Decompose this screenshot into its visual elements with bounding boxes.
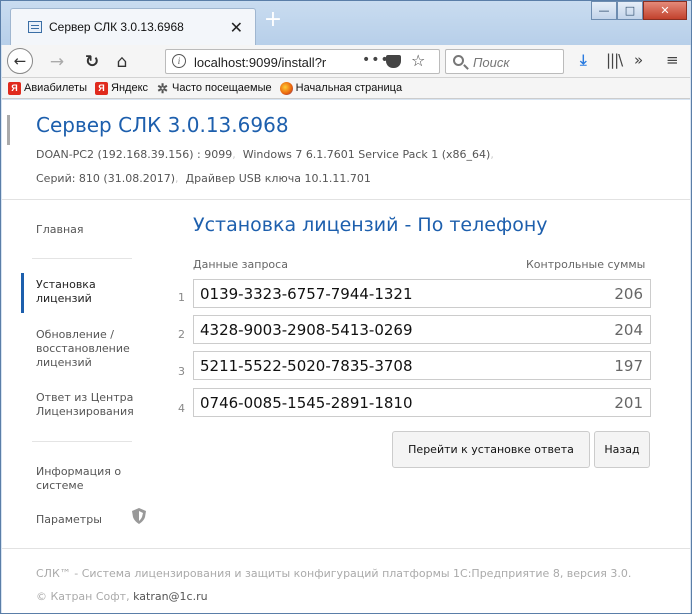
checksum: 206 — [614, 285, 643, 303]
server-series: Серий: 810 (31.08.2017) — [36, 172, 175, 185]
yandex-icon: Я — [95, 81, 109, 95]
shield-icon — [132, 508, 146, 524]
bookmarks-bar: Я Авиабилеты Я Яндекс ✲ Часто посещаемые… — [2, 78, 690, 99]
address-bar[interactable]: i localhost:9099/install?r ••• ☆ — [165, 49, 440, 74]
title-bar: Сервер СЛК 3.0.13.6968 ✕ + — □ ✕ — [1, 1, 691, 45]
checksum: 204 — [614, 321, 643, 339]
server-driver: Драйвер USB ключа 10.1.11.701 — [185, 172, 371, 185]
copyright-text: © Катран Софт, — [36, 590, 130, 603]
browser-window: Сервер СЛК 3.0.13.6968 ✕ + — □ ✕ ← → ↻ ⌂… — [0, 0, 692, 614]
divider — [32, 258, 132, 259]
close-window-button[interactable]: ✕ — [643, 1, 687, 20]
page-info-icon[interactable]: i — [172, 54, 186, 68]
maximize-button[interactable]: □ — [617, 1, 643, 20]
bookmark-label: Часто посещаемые — [172, 82, 272, 94]
request-code: 4328-9003-2908-5413-0269 — [200, 321, 413, 339]
search-icon — [453, 55, 464, 66]
request-code: 0746-0085-1545-2891-1810 — [200, 394, 413, 412]
goto-install-response-button[interactable]: Перейти к установке ответа — [392, 431, 590, 468]
tab-close-icon[interactable]: ✕ — [230, 18, 243, 37]
divider — [2, 199, 690, 200]
sidebar-item-home[interactable]: Главная — [36, 223, 84, 237]
server-host: DOAN-PC2 (192.168.39.156) : 9099 — [36, 148, 233, 161]
browser-tab[interactable]: Сервер СЛК 3.0.13.6968 ✕ — [10, 8, 256, 45]
gear-icon: ✲ — [157, 80, 168, 96]
checksum: 201 — [614, 394, 643, 412]
separator: , — [232, 148, 236, 161]
table-row: 0139-3323-6757-7944-1321 206 — [193, 279, 651, 308]
table-row: 4328-9003-2908-5413-0269 204 — [193, 315, 651, 344]
downloads-icon[interactable]: ⤓ — [580, 51, 587, 69]
page-favicon-icon — [28, 21, 42, 33]
forward-button[interactable]: → — [46, 49, 68, 74]
divider — [2, 548, 690, 549]
bookmark-star-icon[interactable]: ☆ — [411, 51, 425, 70]
row-number: 1 — [178, 291, 185, 304]
bookmark-item[interactable]: ✲ Часто посещаемые — [156, 82, 272, 95]
firefox-icon — [279, 81, 293, 95]
bookmark-label: Авиабилеты — [24, 82, 88, 94]
search-placeholder: Поиск — [473, 55, 510, 70]
pocket-icon[interactable] — [386, 55, 401, 68]
page-title: Сервер СЛК 3.0.13.6968 — [36, 113, 289, 137]
active-indicator — [21, 273, 24, 313]
table-row: 0746-0085-1545-2891-1810 201 — [193, 388, 651, 417]
back-button[interactable]: ← — [7, 48, 33, 74]
yandex-icon: Я — [8, 81, 21, 95]
separator: , — [175, 172, 179, 185]
new-tab-button[interactable]: + — [260, 8, 286, 34]
request-code: 5211-5522-5020-7835-3708 — [200, 357, 413, 375]
row-number: 4 — [178, 402, 185, 415]
separator: , — [490, 148, 494, 161]
table-row: 5211-5522-5020-7835-3708 197 — [193, 351, 651, 380]
bookmark-item[interactable]: Я Яндекс — [95, 81, 149, 95]
back-button[interactable]: Назад — [594, 431, 650, 468]
page-accent-bar — [7, 115, 10, 145]
server-os: Windows 7 6.1.7601 Service Pack 1 (x86_6… — [242, 148, 491, 161]
page-content: Сервер СЛК 3.0.13.6968 DOAN-PC2 (192.168… — [2, 100, 690, 613]
menu-icon[interactable]: ≡ — [666, 51, 679, 69]
sidebar-item-install[interactable]: Установка лицензий — [36, 278, 146, 306]
row-number: 3 — [178, 365, 185, 378]
divider — [32, 441, 132, 442]
library-icon[interactable]: |||\ — [606, 51, 623, 69]
bookmark-label: Яндекс — [111, 82, 149, 94]
column-header-checksums: Контрольные суммы — [526, 258, 646, 271]
footer-description: СЛК™ - Система лицензирования и защиты к… — [36, 567, 632, 580]
section-title: Установка лицензий - По телефону — [193, 214, 548, 236]
row-number: 2 — [178, 328, 185, 341]
sidebar-item-settings[interactable]: Параметры — [36, 513, 102, 527]
server-info-line: DOAN-PC2 (192.168.39.156) : 9099, Window… — [36, 148, 494, 161]
checksum: 197 — [614, 357, 643, 375]
overflow-chevron-icon[interactable]: » — [634, 51, 643, 69]
email-link[interactable]: katran@1c.ru — [133, 590, 208, 603]
url-text[interactable]: localhost:9099/install?r — [194, 55, 344, 70]
bookmark-item[interactable]: Я Авиабилеты — [8, 81, 88, 95]
column-header-request: Данные запроса — [193, 258, 288, 271]
search-bar[interactable]: Поиск — [445, 49, 564, 74]
request-code: 0139-3323-6757-7944-1321 — [200, 285, 413, 303]
tab-title: Сервер СЛК 3.0.13.6968 — [49, 20, 184, 34]
reload-button[interactable]: ↻ — [81, 49, 103, 74]
sidebar-item-update[interactable]: Обновление / восстановление лицензий — [36, 328, 146, 370]
minimize-button[interactable]: — — [591, 1, 617, 20]
sidebar-item-response[interactable]: Ответ из Центра Лицензирования — [36, 391, 151, 419]
footer-copyright-line: © Катран Софт, katran@1c.ru — [36, 590, 208, 603]
bookmark-label: Начальная страница — [295, 82, 403, 94]
navigation-toolbar: ← → ↻ ⌂ i localhost:9099/install?r ••• ☆… — [2, 45, 690, 78]
home-button[interactable]: ⌂ — [111, 49, 133, 74]
bookmark-item[interactable]: Начальная страница — [279, 81, 403, 95]
server-info-line: Серий: 810 (31.08.2017), Драйвер USB клю… — [36, 172, 371, 185]
sidebar-item-system-info[interactable]: Информация о системе — [36, 465, 146, 493]
window-controls: — □ ✕ — [591, 1, 687, 20]
